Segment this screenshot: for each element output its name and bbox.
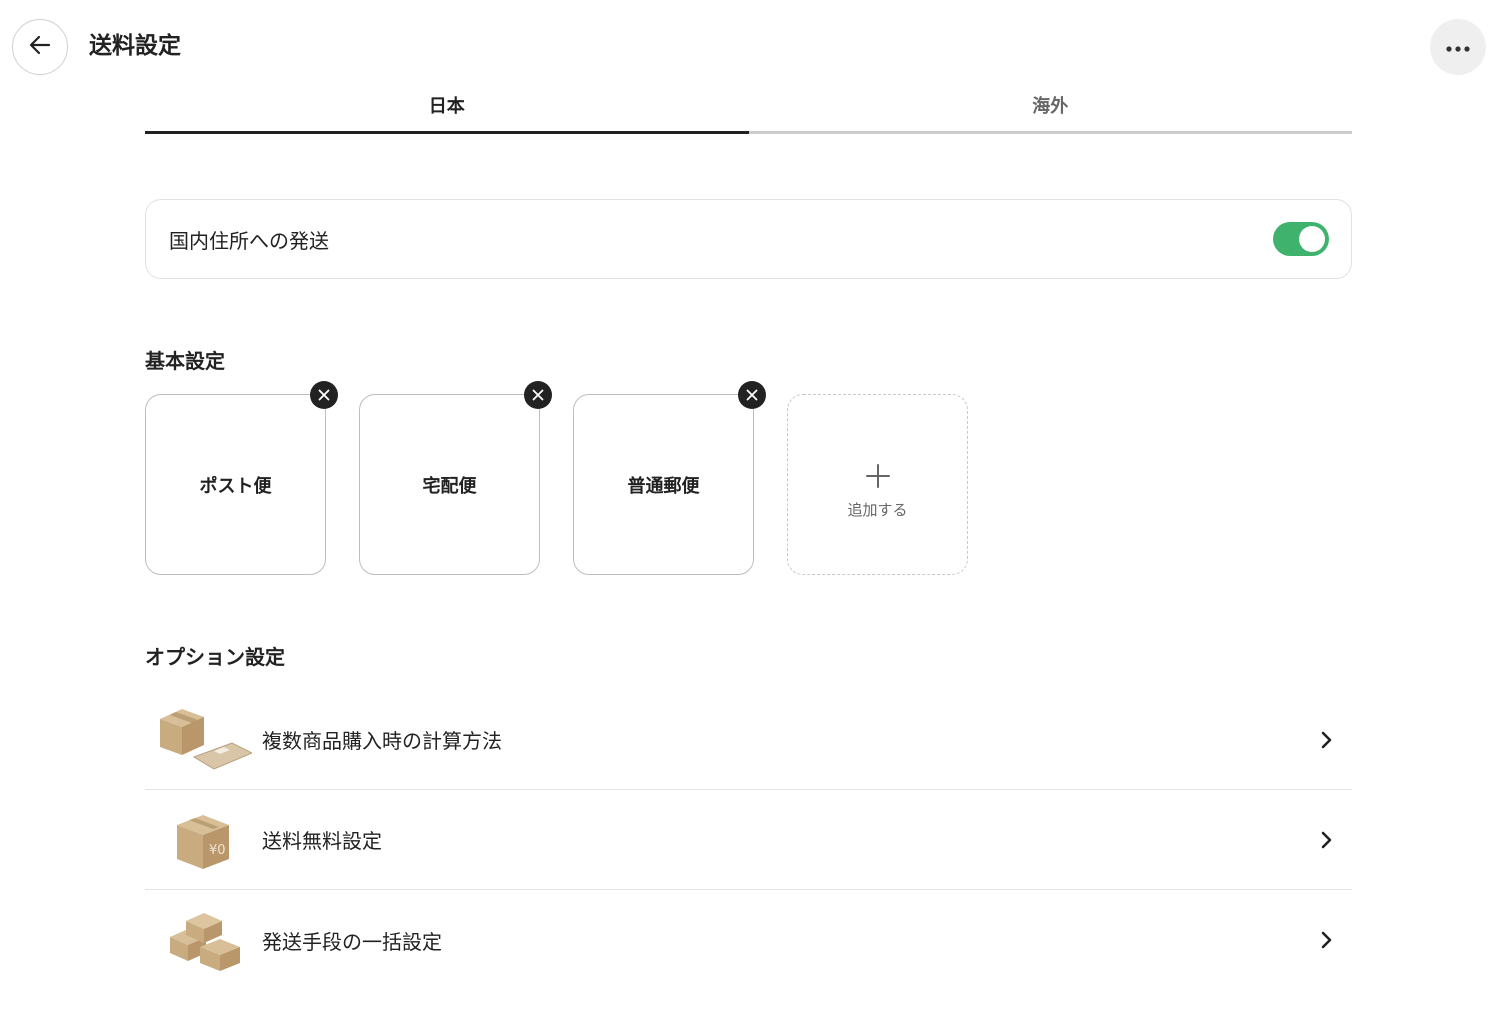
more-options-button[interactable]: [1430, 19, 1486, 75]
chevron-right-icon: [1312, 825, 1342, 855]
option-item-multi-item-calc[interactable]: 複数商品購入時の計算方法: [145, 690, 1352, 790]
close-icon: [532, 385, 544, 406]
plus-icon: [865, 463, 891, 493]
tab-japan[interactable]: 日本: [145, 80, 749, 134]
close-icon: [318, 385, 330, 406]
icon-text: ¥0: [209, 843, 226, 858]
chevron-right-icon: [1312, 925, 1342, 955]
basic-settings-heading: 基本設定: [145, 349, 225, 373]
page-title: 送料設定: [89, 33, 181, 59]
domestic-shipping-toggle[interactable]: [1273, 222, 1329, 256]
chevron-right-icon: [1312, 725, 1342, 755]
method-label: 普通郵便: [627, 475, 700, 497]
domestic-shipping-card: 国内住所への発送: [145, 199, 1352, 279]
option-label: 発送手段の一括設定: [262, 929, 442, 954]
option-settings-heading: オプション設定: [145, 645, 285, 669]
region-tabs: 日本 海外: [145, 80, 1352, 134]
toggle-knob: [1299, 226, 1325, 252]
method-label: 宅配便: [422, 475, 477, 497]
remove-method-button[interactable]: [524, 381, 552, 409]
method-card-post[interactable]: ポスト便: [145, 381, 338, 575]
close-icon: [746, 385, 758, 406]
option-label: 複数商品購入時の計算方法: [262, 729, 502, 753]
box-yen-zero-icon: ¥0: [151, 805, 256, 875]
option-item-bulk-shipping-method[interactable]: 発送手段の一括設定: [145, 890, 1352, 990]
tab-overseas[interactable]: 海外: [748, 80, 1352, 134]
remove-method-button[interactable]: [738, 381, 766, 409]
remove-method-button[interactable]: [310, 381, 338, 409]
more-horizontal-icon: [1445, 38, 1471, 57]
method-card-takuhaibin[interactable]: 宅配便: [359, 381, 552, 575]
method-card-regular-mail[interactable]: 普通郵便: [573, 381, 766, 575]
option-label: 送料無料設定: [262, 829, 382, 853]
back-button[interactable]: [12, 19, 68, 75]
method-label: ポスト便: [199, 475, 272, 497]
add-method-button[interactable]: 追加する: [787, 394, 968, 575]
box-and-envelope-icon: [151, 705, 256, 775]
shipping-settings-page: 送料設定 日本 海外 国内住所への発送 基本設定 ポスト便 宅配便 普通郵便 追…: [0, 0, 1500, 1019]
domestic-shipping-label: 国内住所への発送: [169, 228, 329, 253]
arrow-left-icon: [27, 32, 53, 62]
add-method-label: 追加する: [847, 501, 908, 519]
option-item-free-shipping[interactable]: ¥0 送料無料設定: [145, 790, 1352, 890]
stacked-boxes-icon: [151, 905, 256, 975]
